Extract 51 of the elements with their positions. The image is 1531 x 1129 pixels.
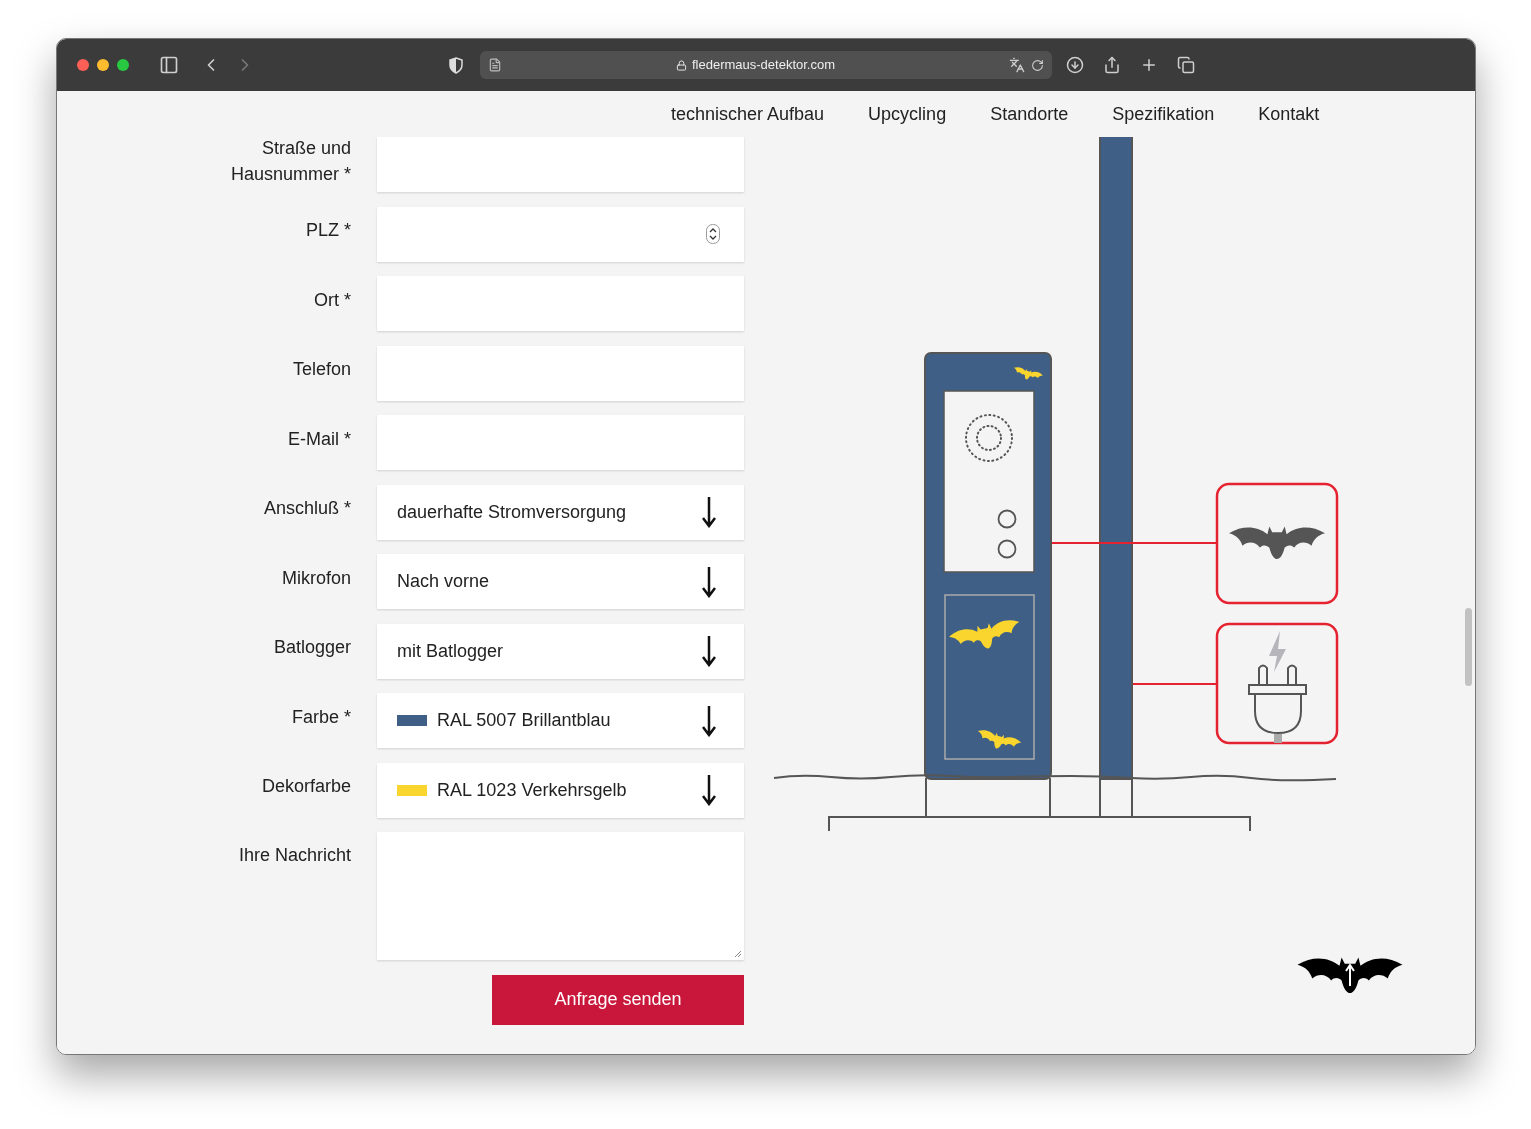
new-tab-icon[interactable] [1140, 56, 1158, 74]
text-field[interactable] [377, 345, 744, 401]
select-field[interactable]: mit Batlogger [377, 623, 744, 679]
lock-icon [675, 59, 687, 71]
field-label: Straße und Hausnummer * [229, 136, 351, 186]
field-label: E-Mail * [287, 427, 351, 451]
nav-link[interactable]: Spezifikation [1112, 100, 1215, 128]
field-label: Ort * [313, 288, 351, 312]
down-arrow-icon [702, 704, 716, 737]
field-label: Telefon [291, 358, 351, 381]
tabs-icon[interactable] [1177, 56, 1195, 74]
close-icon[interactable] [77, 59, 89, 71]
text-field[interactable] [377, 137, 744, 192]
number-field[interactable] [377, 206, 744, 262]
scrollbar[interactable] [1465, 608, 1472, 686]
nav-link[interactable]: technischer Aufbau [671, 100, 825, 128]
address-bar[interactable]: fledermaus-detektor.com [480, 51, 1052, 79]
submit-button[interactable]: Anfrage senden [492, 974, 744, 1025]
field-label: Mikrofon [280, 566, 351, 590]
select-field[interactable]: dauerhafte Stromversorgung [377, 484, 744, 540]
nav-link[interactable]: Kontakt [1258, 100, 1320, 128]
url-text: fledermaus-detektor.com [691, 56, 836, 75]
shield-icon[interactable] [449, 56, 463, 74]
stepper-icon[interactable] [706, 224, 720, 244]
field-label: Anschluß * [262, 497, 351, 520]
down-arrow-icon [702, 496, 716, 528]
nav-link[interactable]: Upcycling [868, 100, 947, 128]
field-label: PLZ * [304, 219, 351, 242]
select-field[interactable]: RAL 1023 Verkehrsgelb [377, 762, 744, 818]
text-field[interactable] [377, 276, 744, 331]
download-icon[interactable] [1066, 56, 1084, 74]
down-arrow-icon [702, 774, 716, 806]
nav-link[interactable]: Standorte [990, 100, 1069, 128]
select-field[interactable]: RAL 5007 Brillantblau [377, 693, 744, 748]
share-icon[interactable] [1103, 56, 1121, 74]
text-field[interactable] [377, 415, 744, 470]
field-label: Batlogger [272, 636, 351, 659]
field-label: Farbe * [290, 705, 351, 729]
sidebar-icon[interactable] [159, 55, 179, 75]
field-label: Ihre Nachricht [237, 844, 351, 867]
resize-handle-icon[interactable] [734, 950, 742, 958]
select-field[interactable]: Nach vorne [377, 554, 744, 609]
down-arrow-icon [702, 635, 716, 667]
reader-icon[interactable] [488, 58, 502, 72]
message-field[interactable] [377, 832, 744, 960]
translate-icon[interactable] [1009, 57, 1025, 73]
field-label: Dekorfarbe [260, 775, 351, 798]
maximize-icon[interactable] [117, 59, 129, 71]
minimize-icon[interactable] [97, 59, 109, 71]
reload-icon[interactable] [1031, 58, 1044, 72]
down-arrow-icon [702, 565, 716, 598]
